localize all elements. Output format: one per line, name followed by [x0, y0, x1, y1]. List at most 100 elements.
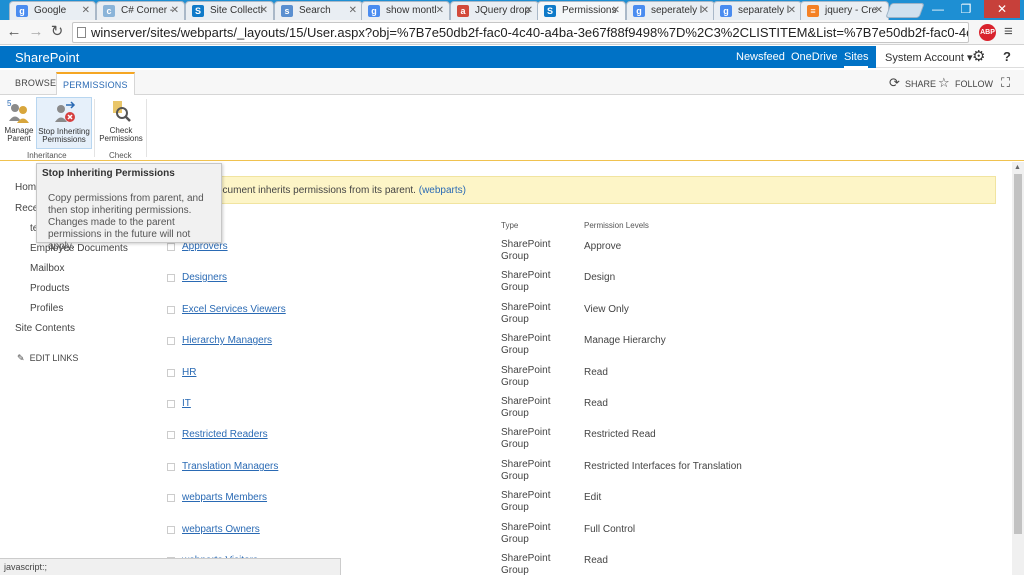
browser-tab[interactable]: c C# Corner - ✕ — [96, 1, 185, 20]
row-checkbox[interactable] — [167, 431, 175, 439]
scroll-up-arrow-icon[interactable]: ▲ — [1014, 164, 1021, 171]
row-checkbox[interactable] — [167, 337, 175, 345]
group-name-link[interactable]: HR — [182, 367, 196, 378]
nav-item-mailbox[interactable]: Mailbox — [30, 263, 64, 274]
account-menu[interactable]: System Account ▾ — [885, 51, 972, 64]
focus-content-icon[interactable]: ⛶ — [1001, 75, 1010, 91]
group-name-link[interactable]: webparts Owners — [182, 524, 260, 535]
close-icon[interactable]: ✕ — [436, 5, 444, 16]
close-icon[interactable]: ✕ — [788, 5, 796, 16]
column-header-type[interactable]: Type — [501, 221, 518, 230]
suite-link-sites[interactable]: Sites — [844, 51, 869, 68]
row-checkbox[interactable] — [167, 526, 175, 534]
browser-tab-label: C# Corner - — [121, 5, 174, 16]
stop-inheriting-button[interactable]: Stop Inheriting Permissions — [36, 97, 92, 149]
group-name-link[interactable]: Excel Services Viewers — [182, 304, 286, 315]
row-checkbox[interactable] — [167, 369, 175, 377]
share-button[interactable]: SHARE — [905, 79, 936, 89]
nav-item-recent[interactable]: Rece — [15, 203, 38, 214]
edit-links-button[interactable]: ✎ EDIT LINKS — [17, 353, 78, 364]
star-icon[interactable]: ☆ — [938, 75, 950, 91]
nav-item-home[interactable]: Hom — [15, 182, 36, 193]
close-icon[interactable]: ✕ — [525, 5, 533, 16]
row-checkbox[interactable] — [167, 306, 175, 314]
suite-link-newsfeed[interactable]: Newsfeed — [736, 51, 785, 63]
browser-menu-icon[interactable]: ≡ — [1004, 23, 1013, 40]
close-icon[interactable]: ✕ — [875, 5, 883, 16]
group-type-line-2: Group — [501, 502, 529, 513]
gear-icon[interactable]: ⚙ — [972, 47, 985, 65]
reload-icon[interactable]: ↻ — [48, 23, 66, 41]
suite-link-onedrive[interactable]: OneDrive — [791, 51, 837, 63]
group-name-link[interactable]: IT — [182, 398, 191, 409]
table-row[interactable]: webparts Owners SharePoint Group Full Contr… — [167, 522, 967, 553]
browser-tab[interactable]: g separately l ✕ — [713, 1, 802, 20]
tab-browse[interactable]: BROWSE — [15, 78, 56, 88]
group-name-link[interactable]: Designers — [182, 272, 227, 283]
close-icon[interactable]: ✕ — [82, 5, 90, 16]
brand-logo[interactable]: SharePoint — [15, 50, 79, 65]
browser-tab-active[interactable]: S Permissions ✕ — [537, 1, 626, 20]
table-row[interactable]: Approvers SharePoint Group Approve — [167, 239, 967, 270]
group-label-inheritance: Inheritance — [27, 151, 67, 160]
close-icon[interactable]: ✕ — [349, 5, 357, 16]
close-icon[interactable]: ✕ — [260, 5, 268, 16]
share-icon[interactable]: ⟳ — [889, 75, 900, 91]
nav-item-profiles[interactable]: Profiles — [30, 303, 63, 314]
group-type-line-2: Group — [501, 565, 529, 575]
table-row[interactable]: Excel Services Viewers SharePoint Group Vie… — [167, 302, 967, 333]
address-bar[interactable]: winserver/sites/webparts/_layouts/15/Use… — [72, 22, 969, 43]
browser-tab[interactable]: a JQuery drop ✕ — [450, 1, 539, 20]
column-header-permission-levels[interactable]: Permission Levels — [584, 221, 649, 230]
follow-button[interactable]: FOLLOW — [955, 79, 993, 89]
nav-item-products[interactable]: Products — [30, 283, 69, 294]
manage-parent-label-2: Parent — [7, 134, 31, 143]
row-checkbox[interactable] — [167, 463, 175, 471]
table-row[interactable]: Restricted Readers SharePoint Group Restric… — [167, 427, 967, 458]
tab-permissions[interactable]: PERMISSIONS — [56, 72, 135, 96]
back-arrow-icon[interactable]: ← — [5, 23, 23, 41]
table-row[interactable]: Designers SharePoint Group Design — [167, 270, 967, 301]
group-name-link[interactable]: Hierarchy Managers — [182, 335, 272, 346]
table-row[interactable]: HR SharePoint Group Read — [167, 365, 967, 396]
table-row[interactable]: webparts Members SharePoint Group Edit — [167, 490, 967, 521]
group-name-link[interactable]: Restricted Readers — [182, 429, 268, 440]
new-tab-button[interactable] — [885, 3, 925, 18]
manage-parent-button[interactable]: 5 Manage Parent — [3, 97, 35, 149]
group-type-line-1: SharePoint — [501, 270, 551, 281]
check-permissions-button[interactable]: Check Permissions — [98, 97, 144, 149]
inheritance-status-text: ocument inherits permissions from its pa… — [217, 185, 416, 196]
parent-site-link[interactable]: (webparts) — [419, 185, 466, 196]
group-name-link[interactable]: webparts Members — [182, 492, 267, 503]
close-icon[interactable]: ✕ — [171, 5, 179, 16]
window-close-icon[interactable]: ✕ — [984, 0, 1020, 18]
svg-text:5: 5 — [7, 99, 12, 108]
minimize-icon[interactable]: — — [924, 0, 952, 18]
maximize-icon[interactable]: ❐ — [952, 0, 980, 18]
browser-tab[interactable]: g Google ✕ — [9, 1, 96, 20]
scroll-thumb[interactable] — [1014, 174, 1022, 534]
group-name-link[interactable]: Translation Managers — [182, 461, 278, 472]
suite-user-area: System Account ▾ ⚙ ? — [876, 46, 1024, 68]
browser-tab[interactable]: g show montl ✕ — [361, 1, 450, 20]
close-icon[interactable]: ✕ — [701, 5, 709, 16]
close-icon[interactable]: ✕ — [612, 5, 620, 16]
browser-tab[interactable]: S Site Collecti ✕ — [185, 1, 274, 20]
table-row[interactable]: Translation Managers SharePoint Group Restr… — [167, 459, 967, 490]
group-type-line-2: Group — [501, 251, 529, 262]
browser-tab[interactable]: ≡ jquery - Cre ✕ — [800, 1, 889, 20]
group-type-line-1: SharePoint — [501, 522, 551, 533]
table-row[interactable]: Hierarchy Managers SharePoint Group Manage … — [167, 333, 967, 364]
table-row[interactable]: IT SharePoint Group Read — [167, 396, 967, 427]
group-type: SharePoint Group — [501, 333, 561, 357]
row-checkbox[interactable] — [167, 494, 175, 502]
row-checkbox[interactable] — [167, 400, 175, 408]
help-icon[interactable]: ? — [1003, 49, 1011, 64]
browser-tab[interactable]: g seperately l ✕ — [626, 1, 715, 20]
row-checkbox[interactable] — [167, 274, 175, 282]
adblock-icon[interactable]: ABP — [979, 24, 996, 41]
nav-item-site-contents[interactable]: Site Contents — [15, 323, 75, 334]
browser-tab[interactable]: s Search ✕ — [274, 1, 363, 20]
forward-arrow-icon[interactable]: → — [27, 23, 45, 41]
vertical-scrollbar[interactable]: ▲ — [1012, 162, 1024, 575]
